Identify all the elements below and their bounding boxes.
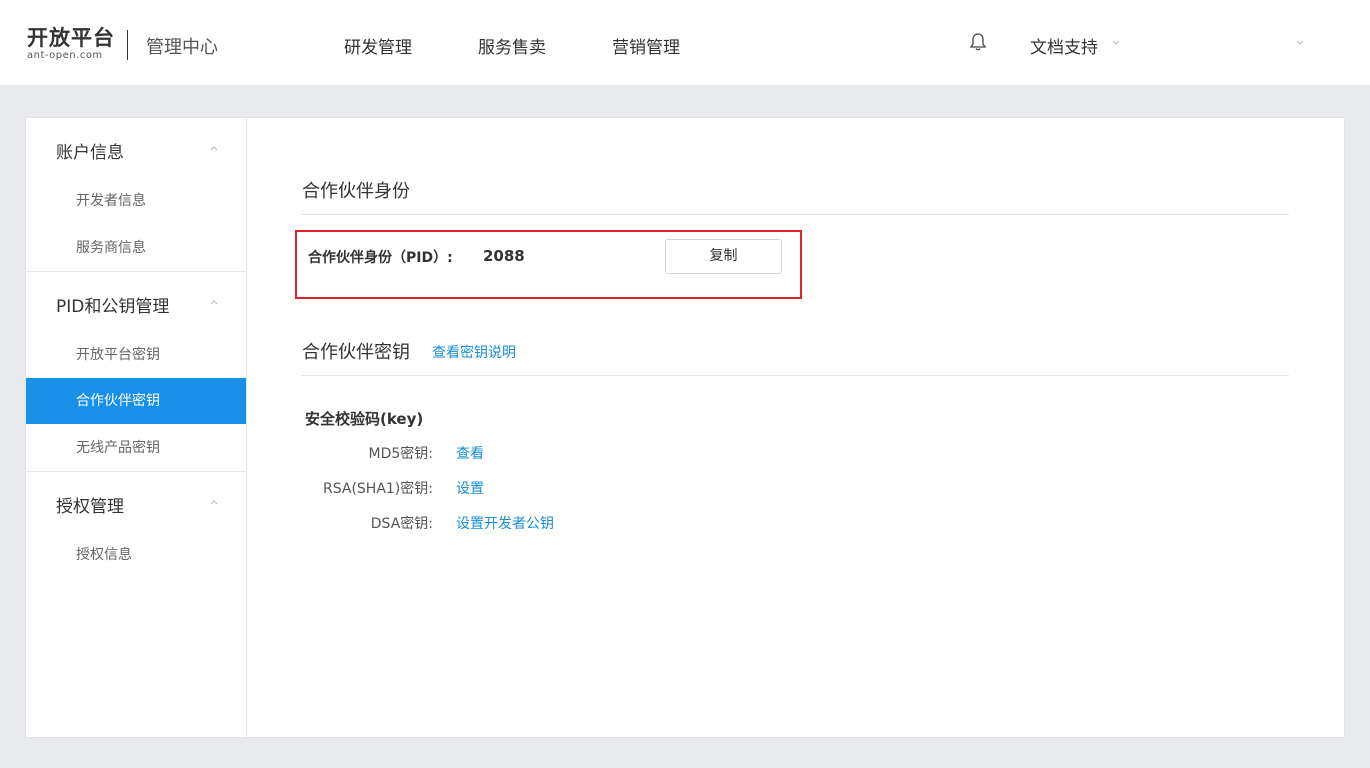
main-content: 合作伙伴身份 合作伙伴身份（PID）: 2088 复制 合作伙伴密钥 查看密钥说… <box>247 117 1345 738</box>
app-name: 管理中心 <box>146 37 218 58</box>
chevron-down-icon[interactable] <box>1111 37 1121 47</box>
dsa-key-label: DSA密钥: <box>370 516 433 532</box>
topnav-item-rd[interactable]: 研发管理 <box>344 33 412 58</box>
sidebar-group-authorization[interactable]: 授权管理 <box>56 492 124 517</box>
user-menu-chevron-down-icon[interactable] <box>1295 37 1305 47</box>
logo-text: 开放平台 <box>27 26 115 50</box>
sidebar-item-partner-key[interactable]: 合作伙伴密钥 <box>26 378 246 424</box>
copy-button[interactable]: 复制 <box>665 239 782 274</box>
md5-key-label: MD5密钥: <box>368 446 433 462</box>
sidebar-divider <box>26 271 246 272</box>
chevron-up-icon[interactable] <box>209 144 219 152</box>
chevron-up-icon[interactable] <box>209 498 219 506</box>
sidebar-group-account-info[interactable]: 账户信息 <box>56 138 124 163</box>
pid-label: 合作伙伴身份（PID）: <box>308 250 453 266</box>
view-key-explanation-link[interactable]: 查看密钥说明 <box>432 342 516 362</box>
sidebar-group-pid-key-management[interactable]: PID和公钥管理 <box>56 292 169 317</box>
security-key-heading: 安全校验码(key) <box>305 410 424 428</box>
logo[interactable]: 开放平台 ant-open.com <box>27 26 115 62</box>
sidebar-item-open-platform-key[interactable]: 开放平台密钥 <box>26 332 246 378</box>
sidebar: 账户信息 开发者信息 服务商信息 PID和公钥管理 开放平台密钥 合作伙伴密钥 … <box>25 117 247 738</box>
sidebar-item-developer-info[interactable]: 开发者信息 <box>26 178 246 224</box>
partner-identity-title: 合作伙伴身份 <box>302 181 410 202</box>
top-header: 开放平台 ant-open.com 管理中心 研发管理 服务售卖 营销管理 文档… <box>0 0 1370 85</box>
chevron-up-icon[interactable] <box>209 298 219 306</box>
sidebar-divider <box>26 471 246 472</box>
rsa-set-link[interactable]: 设置 <box>456 478 484 498</box>
dsa-set-developer-public-key-link[interactable]: 设置开发者公钥 <box>456 513 554 533</box>
bell-icon[interactable] <box>967 31 989 53</box>
logo-domain: ant-open.com <box>27 50 103 61</box>
section-divider <box>301 375 1289 376</box>
docs-support-menu[interactable]: 文档支持 <box>1030 33 1098 58</box>
logo-divider <box>127 30 128 60</box>
top-nav: 研发管理 服务售卖 营销管理 <box>344 33 746 58</box>
topnav-item-service-sales[interactable]: 服务售卖 <box>478 33 546 58</box>
sidebar-item-authorization-info[interactable]: 授权信息 <box>26 532 246 578</box>
md5-view-link[interactable]: 查看 <box>456 443 484 463</box>
rsa-key-label: RSA(SHA1)密钥: <box>323 481 433 497</box>
sidebar-item-provider-info[interactable]: 服务商信息 <box>26 225 246 271</box>
topnav-item-marketing[interactable]: 营销管理 <box>612 33 680 58</box>
section-divider <box>301 214 1289 215</box>
sidebar-item-wireless-product-key[interactable]: 无线产品密钥 <box>26 425 246 471</box>
pid-value: 2088 <box>483 247 525 265</box>
pid-highlight-box: 合作伙伴身份（PID）: 2088 复制 <box>295 230 802 299</box>
partner-key-title: 合作伙伴密钥 <box>302 342 410 363</box>
